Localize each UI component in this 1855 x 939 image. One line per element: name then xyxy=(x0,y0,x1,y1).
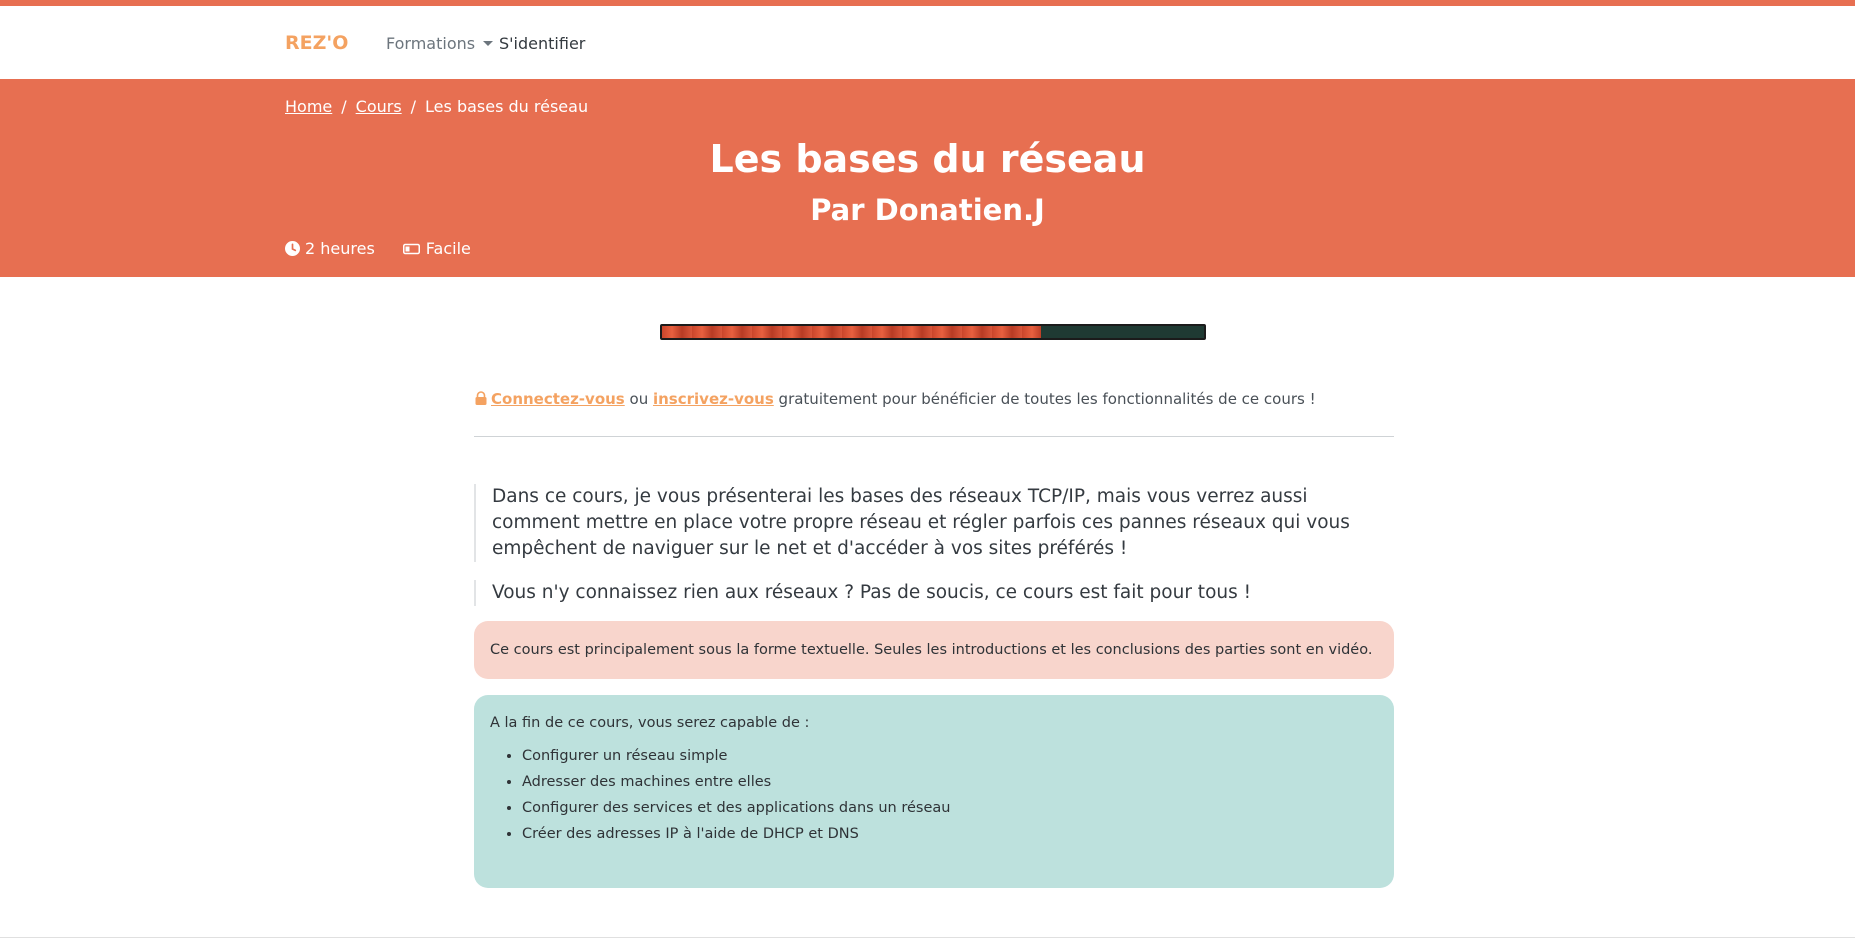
site-logo[interactable]: REZ'O xyxy=(285,32,348,54)
objective-item: Configurer des services et des applicati… xyxy=(522,795,1378,821)
course-duration-value: 2 heures xyxy=(305,239,375,258)
page-bottom-divider xyxy=(0,937,1855,938)
course-title: Les bases du réseau xyxy=(709,137,1146,181)
course-meta: 2 heures Facile xyxy=(285,239,471,258)
clock-icon xyxy=(285,241,300,256)
objective-item: Créer des adresses IP à l'aide de DHCP e… xyxy=(522,821,1378,847)
caret-down-icon xyxy=(483,41,494,46)
login-notice: Connectez-vous ou inscrivez-vous gratuit… xyxy=(474,390,1316,408)
objectives-title: A la fin de ce cours, vous serez capable… xyxy=(490,715,810,731)
objective-item: Configurer un réseau simple xyxy=(522,743,1378,769)
notice-text: gratuitement pour bénéficier de toutes l… xyxy=(778,390,1316,408)
nav-formations-label: Formations xyxy=(386,34,476,53)
breadcrumb-separator: / xyxy=(341,97,347,116)
course-progress-fill xyxy=(662,326,1042,338)
objectives-list: Configurer un réseau simple Adresser des… xyxy=(490,743,1378,847)
nav-formations-dropdown[interactable]: Formations xyxy=(386,34,494,53)
breadcrumb-separator: / xyxy=(410,97,417,116)
course-author: Par Donatien.J xyxy=(810,193,1045,227)
format-alert: Ce cours est principalement sous la form… xyxy=(474,621,1394,679)
intro-tagline: Vous n'y connaissez rien aux réseaux ? P… xyxy=(474,580,1394,606)
navbar: REZ'O Formations S'identifier xyxy=(0,6,1855,79)
format-alert-text: Ce cours est principalement sous la form… xyxy=(490,642,1373,658)
lock-icon xyxy=(475,391,487,405)
register-link[interactable]: inscrivez-vous xyxy=(653,390,774,408)
course-progress-bar xyxy=(660,324,1206,340)
battery-icon xyxy=(402,243,420,254)
nav-login-link[interactable]: S'identifier xyxy=(499,34,585,53)
objective-item: Adresser des machines entre elles xyxy=(522,769,1378,795)
course-header: Home / Cours / Les bases du réseau Les bases… xyxy=(0,79,1855,277)
objectives-alert: A la fin de ce cours, vous serez capable… xyxy=(474,695,1394,888)
divider xyxy=(474,436,1394,437)
breadcrumb-courses-link[interactable]: Cours xyxy=(356,97,402,116)
course-duration: 2 heures xyxy=(285,239,375,258)
breadcrumb-home-link[interactable]: Home xyxy=(285,97,332,116)
course-difficulty: Facile xyxy=(402,239,471,258)
breadcrumb: Home / Cours / Les bases du réseau xyxy=(285,97,588,116)
notice-or: ou xyxy=(629,390,649,408)
intro-paragraph: Dans ce cours, je vous présenterai les b… xyxy=(474,484,1394,562)
course-difficulty-value: Facile xyxy=(425,239,471,258)
breadcrumb-current: Les bases du réseau xyxy=(425,97,589,116)
login-link[interactable]: Connectez-vous xyxy=(491,390,625,408)
